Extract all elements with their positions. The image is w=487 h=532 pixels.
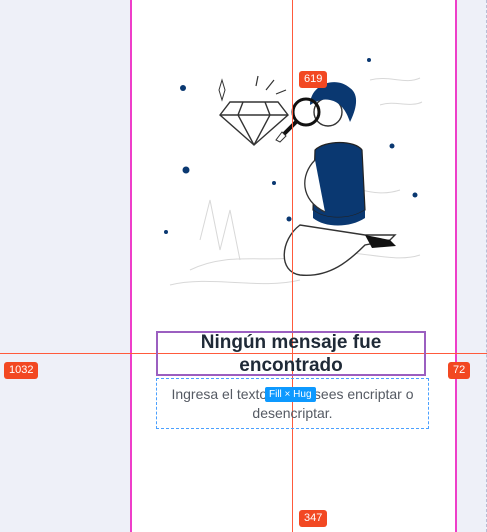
person-figure xyxy=(275,82,397,276)
title-selection-box[interactable]: Ningún mensaje fue encontrado xyxy=(156,331,426,376)
left-distance-badge: 1032 xyxy=(4,362,39,379)
vertical-center-guide xyxy=(292,0,293,532)
empty-state-illustration xyxy=(164,58,423,286)
subtitle-selection-box[interactable]: Ingresa el texto que desees encriptar o … xyxy=(156,378,429,429)
frame-width-badge-top: 619 xyxy=(299,71,328,88)
sizing-badge[interactable]: Fill × Hug xyxy=(265,387,316,402)
frame-height-badge-bottom: 347 xyxy=(299,510,328,527)
right-frame-guide xyxy=(455,0,457,532)
right-distance-badge: 72 xyxy=(448,362,471,379)
left-frame-guide xyxy=(130,0,132,532)
empty-state-title: Ningún mensaje fue encontrado xyxy=(200,331,382,376)
